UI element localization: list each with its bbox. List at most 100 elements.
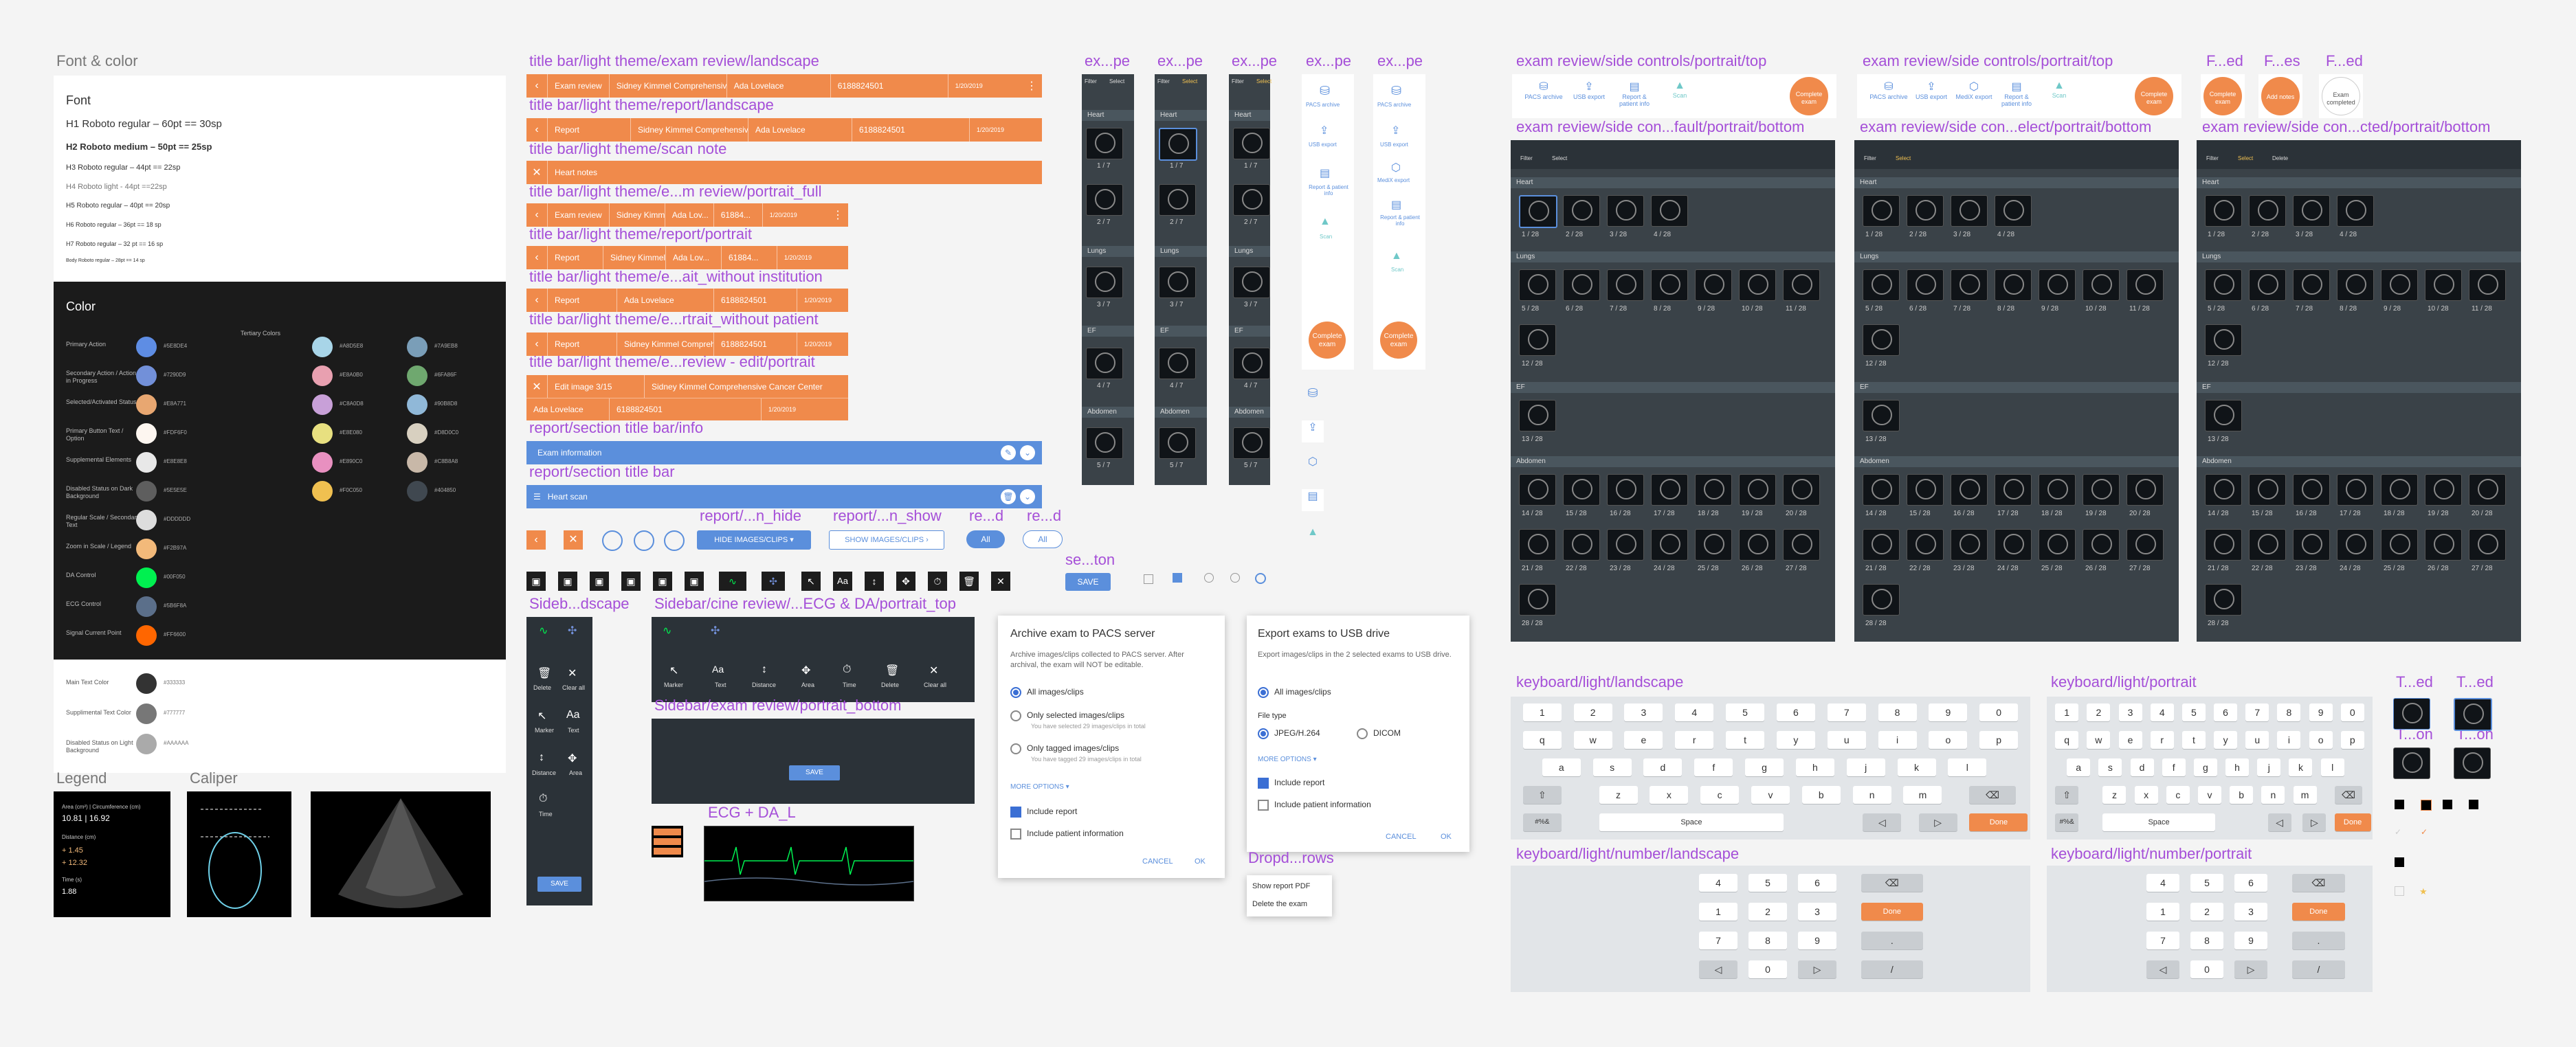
thumbnail[interactable] [2249, 195, 2286, 227]
number-key[interactable]: 0 [2190, 960, 2223, 978]
usb-icon[interactable]: ⇪ [1302, 420, 1324, 442]
key[interactable]: u [1827, 731, 1866, 749]
key[interactable]: l [1948, 758, 1987, 776]
space-key[interactable]: Space [1599, 813, 1784, 831]
key[interactable]: s [1592, 758, 1632, 776]
key[interactable]: z [1599, 786, 1638, 804]
number-key[interactable]: 5 [1748, 874, 1787, 892]
chevron-down-icon[interactable]: ⌄ [1016, 445, 1035, 460]
select-label[interactable]: Select [1896, 155, 1911, 161]
key[interactable]: n [2261, 786, 2285, 804]
symbols-key[interactable]: #%& [1522, 813, 1562, 831]
select-label[interactable]: Select [1182, 78, 1197, 85]
key[interactable]: w [1573, 731, 1612, 749]
right-arrow-key[interactable]: ▷ [1798, 960, 1836, 978]
key[interactable]: 1 [2055, 703, 2079, 721]
thumbnail[interactable] [1563, 269, 1600, 301]
report-icon[interactable]: ▤ [1302, 489, 1324, 511]
record-icon[interactable] [634, 530, 654, 551]
thumbnail[interactable] [2205, 529, 2242, 561]
thumbnail-edited[interactable] [2393, 698, 2430, 730]
show-images-button[interactable]: SHOW IMAGES/CLIPS › [829, 530, 944, 550]
thumbnail[interactable] [1159, 267, 1196, 298]
thumbnail[interactable] [1651, 529, 1688, 561]
backspace-key[interactable]: ⌫ [2334, 786, 2363, 804]
thumbnail[interactable] [1519, 324, 1556, 356]
thumbnail[interactable] [1086, 427, 1123, 459]
symbols-key[interactable]: #%& [2055, 813, 2079, 831]
number-key[interactable]: 0 [1748, 960, 1787, 978]
complete-exam-button[interactable]: Complete exam [2203, 77, 2242, 115]
include-report-checkbox[interactable]: Include report [1010, 807, 1077, 818]
delete-icon[interactable]: 🗑 [537, 666, 551, 680]
key[interactable]: c [2166, 786, 2190, 804]
menu-item-delete-exam[interactable]: Delete the exam [1252, 900, 1307, 908]
section-title-bar-info[interactable]: Exam information ✎ ⌄ [526, 441, 1042, 464]
thumbnail[interactable] [1863, 324, 1900, 356]
radio-checked-icon[interactable] [1255, 573, 1266, 584]
all-button[interactable]: All [1023, 530, 1063, 548]
number-key[interactable]: 9 [2234, 932, 2267, 949]
complete-exam-button[interactable]: Complete exam [1380, 322, 1417, 359]
key[interactable]: 9 [2309, 703, 2333, 721]
close-icon[interactable]: ✕ [564, 530, 583, 550]
key[interactable]: o [1929, 731, 1968, 749]
thumbnail[interactable] [1951, 474, 1988, 506]
key[interactable]: t [2181, 731, 2206, 749]
left-arrow-key[interactable]: ◁ [1863, 813, 1902, 831]
select-label[interactable]: Select [1552, 155, 1567, 161]
left-arrow-key[interactable]: ◁ [1699, 960, 1737, 978]
thumbnail[interactable] [2425, 529, 2462, 561]
thumbnail[interactable] [2249, 269, 2286, 301]
text-icon[interactable]: Aa [566, 709, 580, 721]
thumbnail[interactable] [1907, 474, 1944, 506]
delete-icon[interactable]: 🗑 [997, 489, 1016, 504]
thumbnail[interactable] [1519, 584, 1556, 616]
key[interactable]: m [1903, 786, 1942, 804]
image-icon[interactable]: ▣ [590, 572, 609, 591]
complete-exam-button[interactable]: Complete exam [1309, 322, 1346, 359]
key[interactable]: 4 [2150, 703, 2174, 721]
pacs-archive-control[interactable]: ⛁ PACS archive [1868, 80, 1909, 100]
clear-all-icon[interactable]: ✕ [929, 664, 938, 677]
section-title-bar[interactable]: ☰ Heart scan 🗑 ⌄ [526, 485, 1042, 508]
pacs-archive-control[interactable]: ⛁ PACS archive [1523, 80, 1564, 100]
thumbnail[interactable] [1607, 474, 1644, 506]
da-icon[interactable]: ✣ [711, 624, 720, 638]
option-dicom[interactable]: DICOM [1357, 728, 1401, 739]
thumbnail[interactable] [1995, 529, 2032, 561]
key[interactable]: 1 [1522, 703, 1562, 721]
key[interactable]: 8 [1878, 703, 1917, 721]
thumbnail[interactable] [2127, 529, 2164, 561]
key[interactable]: d [2130, 758, 2154, 776]
include-patient-checkbox[interactable]: Include patient information [1258, 800, 1371, 811]
thumbnail[interactable] [2337, 195, 2374, 227]
close-icon[interactable]: ✕ [526, 380, 547, 394]
key[interactable]: 0 [2340, 703, 2364, 721]
filter-label[interactable]: Filter [1520, 155, 1533, 161]
number-key[interactable]: 8 [1748, 932, 1787, 949]
number-key[interactable]: 2 [2190, 903, 2223, 921]
key[interactable]: 0 [1979, 703, 2019, 721]
key[interactable]: p [1979, 731, 2019, 749]
key[interactable]: 7 [1827, 703, 1866, 721]
thumbnail[interactable] [2205, 195, 2242, 227]
hide-images-button[interactable]: HIDE IMAGES/CLIPS ▾ [697, 530, 811, 550]
thumbnail[interactable] [1563, 195, 1600, 227]
key[interactable]: 2 [2087, 703, 2111, 721]
thumbnail[interactable] [1086, 348, 1123, 379]
back-icon[interactable]: ‹ [526, 530, 546, 550]
left-arrow-key[interactable]: ◁ [2146, 960, 2179, 978]
scan-icon[interactable]: ▲ [1302, 526, 1324, 548]
image-icon[interactable]: ▣ [621, 572, 641, 591]
thumbnail[interactable] [2469, 474, 2506, 506]
backspace-key[interactable]: ⌫ [1969, 786, 2016, 804]
thumbnail[interactable] [2083, 474, 2120, 506]
thumbnail[interactable] [2205, 584, 2242, 616]
key[interactable]: v [2198, 786, 2221, 804]
thumbnail[interactable] [1907, 529, 1944, 561]
filter-label[interactable]: Filter [1157, 78, 1170, 85]
thumbnail[interactable] [1995, 195, 2032, 227]
thumbnail[interactable] [2293, 529, 2330, 561]
key[interactable]: j [2257, 758, 2281, 776]
